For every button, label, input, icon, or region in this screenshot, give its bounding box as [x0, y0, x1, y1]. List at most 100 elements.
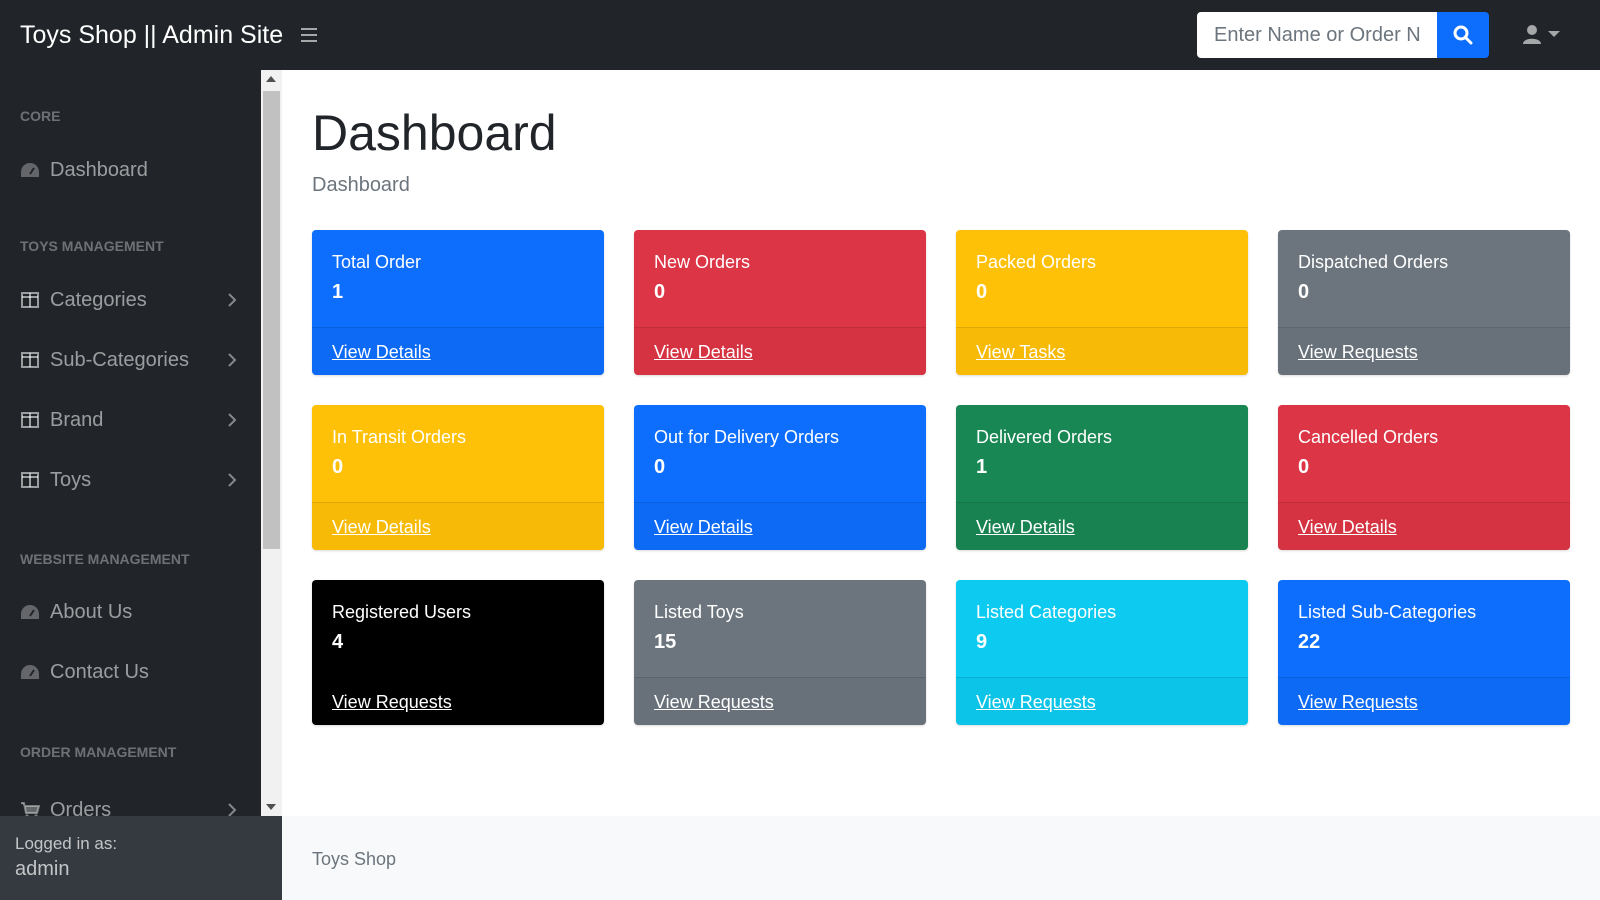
card-value: 9 [976, 631, 988, 653]
sidebar-item-about-us[interactable]: About Us [0, 592, 261, 632]
card-value: 1 [976, 456, 988, 478]
breadcrumb: Dashboard [312, 174, 410, 196]
card-value: 0 [332, 456, 344, 478]
card-link[interactable]: View Requests [1298, 342, 1418, 362]
card-dispatched-orders: Dispatched Orders 0 View Requests [1278, 230, 1570, 375]
columns-icon [20, 410, 40, 430]
sidebar-item-label: Contact Us [50, 660, 149, 683]
footer-text: Toys Shop [312, 849, 397, 869]
card-registered-users: Registered Users 4 View Requests [312, 580, 604, 725]
card-link[interactable]: View Details [654, 342, 753, 362]
sidebar-item-dashboard[interactable]: Dashboard [0, 150, 261, 190]
sidebar-item-categories[interactable]: Categories [0, 280, 261, 320]
card-value: 0 [1298, 456, 1310, 478]
scroll-down-arrow-icon[interactable] [266, 804, 276, 810]
card-link[interactable]: View Details [1298, 517, 1397, 537]
card-link[interactable]: View Requests [1298, 692, 1418, 712]
sidebar-footer: Logged in as: admin [0, 816, 282, 900]
user-icon [1523, 25, 1541, 44]
sidebar-scrollbar[interactable] [261, 70, 282, 816]
logged-in-user: admin [15, 858, 70, 880]
sidebar-item-label: Orders [50, 798, 112, 817]
card-out-for-delivery-orders: Out for Delivery Orders 0 View Details [634, 405, 926, 550]
card-label: Listed Categories [976, 602, 1117, 622]
card-value: 0 [976, 281, 988, 303]
user-menu-dropdown[interactable] [1522, 24, 1560, 44]
tachometer-icon [20, 602, 40, 622]
search-button[interactable] [1437, 12, 1489, 58]
chevron-right-icon [228, 803, 237, 816]
scrollbar-thumb[interactable] [263, 91, 280, 549]
card-value: 4 [332, 631, 344, 653]
card-listed-sub-categories: Listed Sub-Categories 22 View Requests [1278, 580, 1570, 725]
card-label: Delivered Orders [976, 427, 1113, 447]
sidebar-item-sub-categories[interactable]: Sub-Categories [0, 340, 261, 380]
sidebar-item-label: Categories [50, 288, 147, 311]
card-label: Total Order [332, 252, 422, 272]
card-value: 0 [1298, 281, 1310, 303]
top-navbar: Toys Shop || Admin Site [0, 0, 1600, 70]
card-value: 1 [332, 281, 344, 303]
page-footer: Toys Shop [282, 816, 1600, 900]
sidebar-item-label: Dashboard [50, 158, 148, 181]
card-label: Listed Toys [654, 602, 744, 622]
sidebar-heading-order-management: ORDER MANAGEMENT [20, 744, 177, 760]
card-label: In Transit Orders [332, 427, 467, 447]
card-label: Dispatched Orders [1298, 252, 1449, 272]
chevron-right-icon [228, 413, 237, 427]
cart-icon [20, 800, 40, 816]
sidebar-item-toys[interactable]: Toys [0, 460, 261, 500]
brand-title[interactable]: Toys Shop || Admin Site [20, 21, 283, 50]
search-form [1197, 12, 1489, 58]
card-delivered-orders: Delivered Orders 1 View Details [956, 405, 1248, 550]
card-link[interactable]: View Tasks [976, 342, 1065, 362]
card-label: Registered Users [332, 602, 472, 622]
card-label: New Orders [654, 252, 751, 272]
sidebar-item-orders[interactable]: Orders [0, 790, 261, 816]
chevron-right-icon [228, 353, 237, 367]
card-link[interactable]: View Details [976, 517, 1075, 537]
card-link[interactable]: View Requests [976, 692, 1096, 712]
sidebar-heading-toys-management: TOYS MANAGEMENT [20, 238, 164, 254]
sidebar: CORE Dashboard TOYS MANAGEMENT Categorie… [0, 70, 261, 816]
card-link[interactable]: View Details [332, 517, 431, 537]
sidebar-item-label: Brand [50, 408, 104, 431]
card-value: 0 [654, 456, 666, 478]
card-value: 0 [654, 281, 666, 303]
tachometer-icon [20, 160, 40, 180]
card-label: Listed Sub-Categories [1298, 602, 1477, 622]
sidebar-item-label: Toys [50, 468, 92, 491]
card-label: Out for Delivery Orders [654, 427, 840, 447]
columns-icon [20, 350, 40, 370]
sidebar-heading-core: CORE [20, 108, 61, 124]
tachometer-icon [20, 662, 40, 682]
card-cancelled-orders: Cancelled Orders 0 View Details [1278, 405, 1570, 550]
caret-down-icon [1548, 31, 1560, 37]
card-link[interactable]: View Requests [332, 692, 452, 712]
chevron-right-icon [228, 293, 237, 307]
search-input[interactable] [1197, 12, 1437, 58]
page-title: Dashboard [312, 105, 557, 161]
card-value: 22 [1298, 631, 1321, 653]
search-icon [1453, 25, 1473, 45]
card-new-orders: New Orders 0 View Details [634, 230, 926, 375]
sidebar-item-contact-us[interactable]: Contact Us [0, 652, 261, 692]
logged-in-label: Logged in as: [15, 834, 118, 853]
card-link[interactable]: View Requests [654, 692, 774, 712]
columns-icon [20, 470, 40, 490]
card-listed-categories: Listed Categories 9 View Requests [956, 580, 1248, 725]
card-link[interactable]: View Details [332, 342, 431, 362]
sidebar-item-brand[interactable]: Brand [0, 400, 261, 440]
sidebar-heading-website-management: WEBSITE MANAGEMENT [20, 551, 190, 567]
card-listed-toys: Listed Toys 15 View Requests [634, 580, 926, 725]
sidebar-toggle-icon[interactable] [301, 25, 321, 45]
card-label: Packed Orders [976, 252, 1097, 272]
card-total-order: Total Order 1 View Details [312, 230, 604, 375]
sidebar-item-label: About Us [50, 600, 133, 623]
card-packed-orders: Packed Orders 0 View Tasks [956, 230, 1248, 375]
card-link[interactable]: View Details [654, 517, 753, 537]
card-label: Cancelled Orders [1298, 427, 1439, 447]
columns-icon [20, 290, 40, 310]
scroll-up-arrow-icon[interactable] [266, 76, 276, 82]
card-value: 15 [654, 631, 677, 653]
